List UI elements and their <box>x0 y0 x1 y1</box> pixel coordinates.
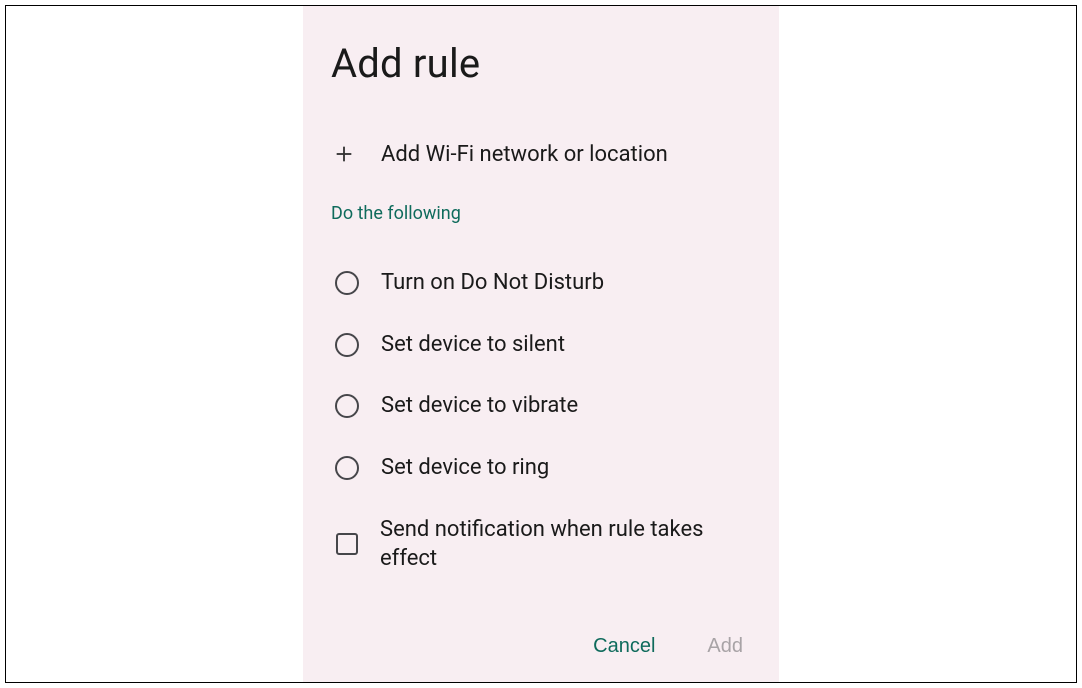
option-label: Set device to vibrate <box>381 391 578 421</box>
radio-icon <box>335 456 359 480</box>
dialog-title: Add rule <box>331 40 751 87</box>
radio-icon <box>335 394 359 418</box>
radio-icon <box>335 333 359 357</box>
outer-frame: Add rule Add Wi-Fi network or location D… <box>5 5 1077 683</box>
add-network-label: Add Wi-Fi network or location <box>381 142 668 167</box>
option-ring[interactable]: Set device to ring <box>331 437 751 499</box>
add-rule-dialog: Add rule Add Wi-Fi network or location D… <box>303 6 779 682</box>
option-vibrate[interactable]: Set device to vibrate <box>331 375 751 437</box>
option-label: Turn on Do Not Disturb <box>381 268 604 298</box>
option-label: Set device to ring <box>381 453 549 483</box>
option-label: Send notification when rule takes effect <box>380 515 751 574</box>
option-silent[interactable]: Set device to silent <box>331 314 751 376</box>
plus-icon <box>331 141 357 167</box>
cancel-button[interactable]: Cancel <box>589 629 659 664</box>
option-label: Set device to silent <box>381 330 565 360</box>
option-do-not-disturb[interactable]: Turn on Do Not Disturb <box>331 252 751 314</box>
add-network-row[interactable]: Add Wi-Fi network or location <box>331 141 751 167</box>
section-header: Do the following <box>331 203 751 224</box>
dialog-buttons: Cancel Add <box>589 629 747 664</box>
option-notification[interactable]: Send notification when rule takes effect <box>331 499 751 590</box>
radio-icon <box>335 271 359 295</box>
add-button[interactable]: Add <box>703 629 747 664</box>
checkbox-icon <box>336 533 358 555</box>
